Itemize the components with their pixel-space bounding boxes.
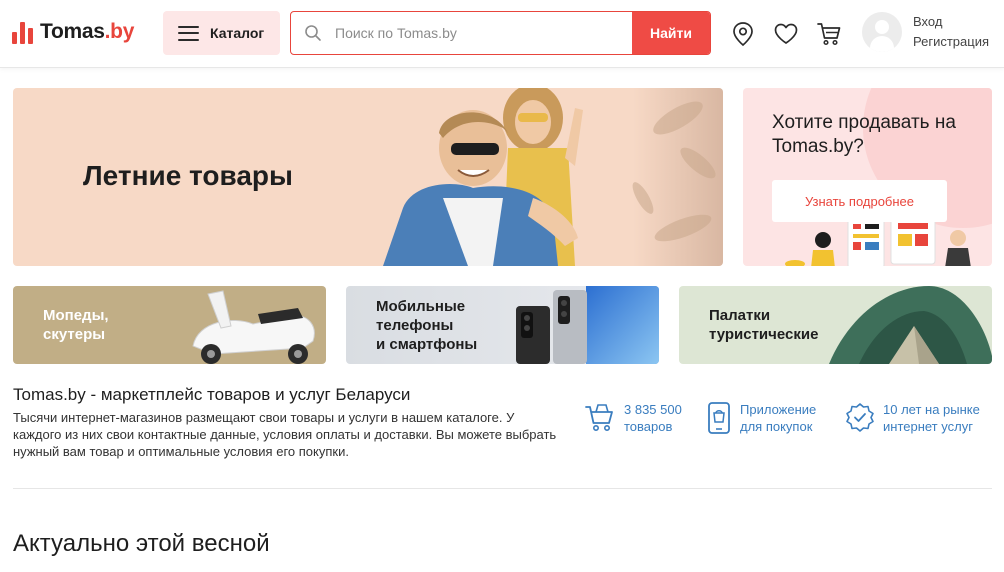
logo-text: Tomas <box>40 20 105 43</box>
cart-icon <box>585 404 613 431</box>
learn-more-button[interactable]: Узнать подробнее <box>772 180 947 222</box>
search-button[interactable]: Найти <box>632 12 710 54</box>
hero-banner[interactable]: Летние товары <box>13 88 723 266</box>
logo[interactable]: Tomas.by <box>12 20 134 44</box>
section-title: Актуально этой весной <box>13 530 270 557</box>
couple-illustration <box>383 88 716 266</box>
stat-app-text: Приложение для покупок <box>740 402 817 434</box>
stat-years-text: 10 лет на рынке интернет услуг <box>883 402 980 434</box>
hero-title: Летние товары <box>83 160 293 191</box>
about-text: Тысячи интернет-магазинов размещают свои… <box>13 410 557 459</box>
scooter-image <box>192 290 315 364</box>
avatar[interactable] <box>862 12 902 52</box>
search-input[interactable] <box>335 12 632 54</box>
stat-products: 3 835 500 товаров <box>584 401 682 435</box>
logo-suffix: .by <box>104 20 135 43</box>
menu-icon <box>178 25 199 41</box>
phone-icon <box>708 402 730 434</box>
site-header: Tomas.by Каталог Найти Вход Регистрация <box>0 0 1004 68</box>
category-mopeds-label: Мопеды, скутеры <box>43 307 109 343</box>
search-icon <box>291 12 335 54</box>
category-tents-label: Палатки туристические <box>709 307 819 343</box>
sell-title: Хотите продавать на Tomas.by? <box>772 112 956 157</box>
sell-banner: Хотите продавать на Tomas.by? Узнать под… <box>743 88 992 266</box>
category-phones-label: Мобильные телефоны и смартфоны <box>376 298 478 353</box>
stat-app[interactable]: Приложение для покупок <box>706 401 816 435</box>
register-link[interactable]: Регистрация <box>913 34 989 50</box>
cart-icon[interactable] <box>815 20 843 48</box>
catalog-label: Каталог <box>210 25 265 41</box>
stat-products-text: 3 835 500 товаров <box>624 402 682 434</box>
category-phones[interactable]: Мобильные телефоны и смартфоны <box>346 286 659 364</box>
divider <box>13 488 992 489</box>
smartphones-image <box>516 286 659 364</box>
login-link[interactable]: Вход <box>913 14 989 30</box>
catalog-button[interactable]: Каталог <box>163 11 280 55</box>
about-title: Tomas.by - маркетплейс товаров и услуг Б… <box>13 385 411 404</box>
category-tents[interactable]: Палатки туристические <box>679 286 992 364</box>
tent-image <box>829 286 992 364</box>
search-bar: Найти <box>290 11 711 55</box>
user-menu: Вход Регистрация <box>862 12 989 52</box>
logo-icon <box>12 20 33 44</box>
heart-icon[interactable] <box>772 20 800 48</box>
stat-years: 10 лет на рынке интернет услуг <box>845 401 980 435</box>
location-pin-icon[interactable] <box>729 20 757 48</box>
badge-icon <box>846 403 874 432</box>
category-mopeds[interactable]: Мопеды, скутеры <box>13 286 326 364</box>
